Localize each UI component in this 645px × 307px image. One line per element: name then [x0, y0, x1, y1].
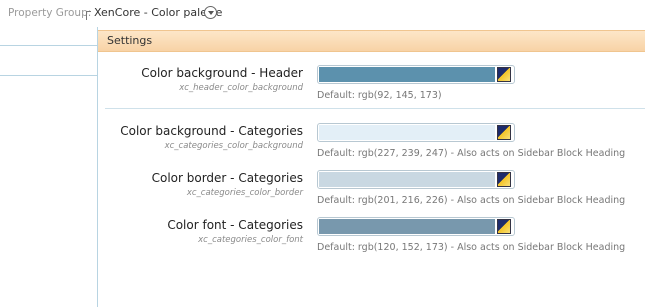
color-picker-icon[interactable] [497, 125, 511, 140]
sidebar-top-divider [0, 27, 97, 46]
setting-title: Color border - Categories [151, 171, 303, 185]
setting-row-categories-border: Color border - Categories xc_categories_… [98, 170, 645, 215]
settings-title: Settings [107, 34, 153, 47]
property-group-bar: Property Group: XenCore - Color palette [0, 0, 645, 26]
setting-row-categories-background: Color background - Categories xc_categor… [98, 123, 645, 168]
setting-row-categories-font: Color font - Categories xc_categories_co… [98, 217, 645, 262]
sidebar-divider [0, 75, 97, 76]
color-swatch[interactable] [319, 172, 495, 187]
settings-header: Settings [98, 30, 645, 52]
color-swatch[interactable] [319, 219, 495, 234]
color-swatch[interactable] [319, 67, 495, 82]
color-field[interactable] [317, 65, 515, 84]
setting-variable-name: xc_categories_color_border [186, 188, 303, 198]
chevron-down-circle-icon[interactable] [204, 6, 217, 19]
section-divider [105, 108, 645, 109]
setting-variable-name: xc_categories_color_font [198, 235, 303, 245]
bracket-decoration [86, 11, 91, 20]
color-picker-icon[interactable] [497, 219, 511, 234]
setting-title: Color background - Header [141, 66, 303, 80]
setting-row-header-background: Color background - Header xc_header_colo… [98, 65, 645, 110]
color-field[interactable] [317, 217, 515, 236]
setting-variable-name: xc_categories_color_background [164, 141, 303, 151]
color-field[interactable] [317, 123, 515, 142]
color-picker-icon[interactable] [497, 172, 511, 187]
default-value-text: Default: rgb(92, 145, 173) [317, 90, 442, 101]
setting-title: Color background - Categories [120, 124, 303, 138]
default-value-text: Default: rgb(201, 216, 226) - Also acts … [317, 195, 626, 206]
color-swatch[interactable] [319, 125, 495, 140]
setting-variable-name: xc_header_color_background [179, 83, 303, 93]
setting-title: Color font - Categories [167, 218, 303, 232]
default-value-text: Default: rgb(227, 239, 247) - Also acts … [317, 148, 626, 159]
color-field[interactable] [317, 170, 515, 189]
left-sidebar [0, 27, 98, 307]
default-value-text: Default: rgb(120, 152, 173) - Also acts … [317, 242, 626, 253]
property-group-label: Property Group: [8, 7, 92, 19]
color-picker-icon[interactable] [497, 67, 511, 82]
